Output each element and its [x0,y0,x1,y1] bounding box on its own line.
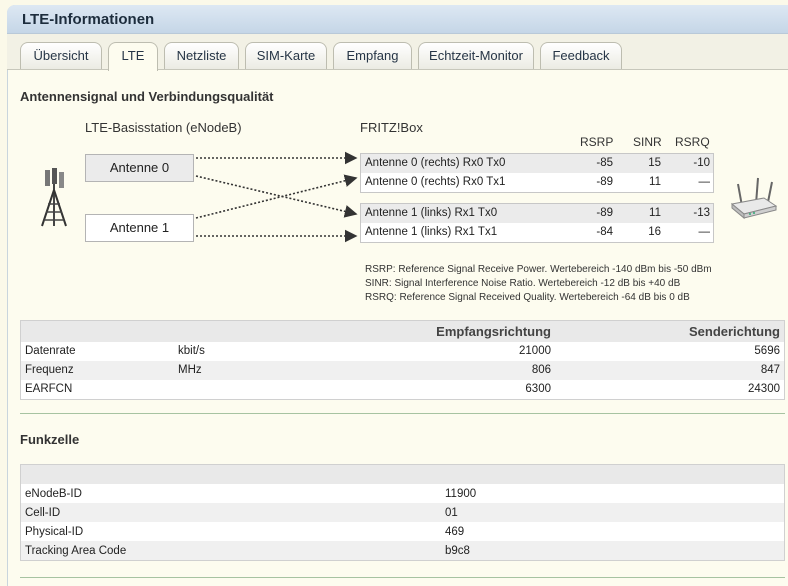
rsrp-value: -85 [596,157,613,169]
antenna-connections [195,151,358,243]
col-rsrq: RSRQ [675,135,710,149]
tab-netzliste[interactable]: Netzliste [164,42,239,69]
table-row: EARFCN 6300 24300 [20,379,785,400]
tab-feedback[interactable]: Feedback [540,42,622,69]
send-header: Senderichtung [688,323,780,339]
sinr-value: 11 [649,176,661,188]
base-antenna-0: Antenne 0 [85,154,194,182]
antenna-row: Antenne 1 (links) Rx1 Tx0 -89 11 -13 [361,204,713,223]
table-row: Physical-ID 469 [20,522,785,541]
antenna-group-1: Antenne 1 (links) Rx1 Tx0 -89 11 -13 Ant… [360,203,714,243]
rate-unit [174,380,362,400]
antenna-row: Antenne 1 (links) Rx1 Tx1 -84 16 — [361,223,713,242]
antenna-row-name: Antenne 0 (rechts) Rx0 Tx1 [365,176,506,188]
base-station-label: LTE-Basisstation (eNodeB) [85,120,242,135]
cell-value: 11900 [445,487,477,500]
rate-unit: kbit/s [178,345,205,357]
tab-echtzeit-monitor[interactable]: Echtzeit-Monitor [418,42,534,69]
rate-unit: MHz [178,364,202,376]
antenna-row: Antenne 0 (rechts) Rx0 Tx0 -85 15 -10 [361,154,713,173]
cell-label: Tracking Area Code [25,544,127,557]
rate-label: EARFCN [25,383,73,395]
rsrp-value: -89 [596,207,613,219]
col-sinr: SINR [633,135,662,149]
col-rsrp: RSRP [580,135,614,149]
rsrp-value: -84 [596,226,613,238]
cell-label: Cell-ID [25,506,61,519]
page-title: LTE-Informationen [22,11,155,28]
rate-receive: 21000 [519,345,551,357]
rates-header-row: Empfangsrichtung Senderichtung [20,320,785,342]
antenna-row-name: Antenne 1 (links) Rx1 Tx1 [365,226,498,238]
rsrq-value: — [698,176,711,188]
cell-value: b9c8 [445,544,470,557]
signal-heading: Antennensignal und Verbindungsqualität [20,89,274,104]
base-antenna-1: Antenne 1 [85,214,194,242]
rsrp-value: -89 [596,176,613,188]
cell-value: 01 [445,506,458,519]
rsrq-value: -10 [693,157,710,169]
antenna-row-name: Antenne 1 (links) Rx1 Tx0 [365,207,498,219]
rate-send: 847 [760,364,780,376]
cell-heading: Funkzelle [20,432,80,447]
cell-table: eNodeB-ID 11900 Cell-ID 01 Physical-ID 4… [20,464,785,561]
rate-label: Datenrate [25,345,76,357]
rsrq-value: -13 [693,207,710,219]
sinr-value: 16 [648,226,661,238]
legend-rsrq: RSRQ: Reference Signal Received Quality.… [365,292,690,303]
table-row: Datenrate kbit/s 21000 5696 [20,341,785,361]
antenna-row-name: Antenne 0 (rechts) Rx0 Tx0 [365,157,506,169]
fritzbox-label: FRITZ!Box [360,120,423,135]
tab-sim-karte[interactable]: SIM-Karte [245,42,327,69]
tab-empfang[interactable]: Empfang [333,42,412,69]
legend-sinr: SINR: Signal Interference Noise Ratio. W… [365,278,681,289]
rsrq-value: — [698,226,711,238]
receive-header: Empfangsrichtung [436,323,551,339]
table-row: Frequenz MHz 806 847 [20,360,785,380]
rate-receive: 806 [531,364,551,376]
router-icon [730,177,778,220]
antenna-group-0: Antenne 0 (rechts) Rx0 Tx0 -85 15 -10 An… [360,153,714,193]
tab-lte[interactable]: LTE [108,42,158,71]
rate-label: Frequenz [25,364,74,376]
antenna-row: Antenne 0 (rechts) Rx0 Tx1 -89 11 — [361,173,713,192]
section-divider [20,413,785,414]
sinr-value: 11 [649,207,661,219]
cell-value: 469 [445,525,465,538]
cell-header-row [20,464,785,484]
cell-label: Physical-ID [25,525,84,538]
tab-uebersicht[interactable]: Übersicht [20,42,102,69]
table-row: eNodeB-ID 11900 [20,484,785,503]
sinr-value: 15 [648,157,661,169]
cell-label: eNodeB-ID [25,487,82,500]
rates-table: Empfangsrichtung Senderichtung Datenrate… [20,320,785,400]
table-row: Tracking Area Code b9c8 [20,541,785,561]
table-row: Cell-ID 01 [20,503,785,522]
section-divider [20,577,785,578]
legend-rsrp: RSRP: Reference Signal Receive Power. We… [365,264,712,275]
rate-receive: 6300 [525,383,551,395]
cell-tower-icon [41,168,67,227]
rate-send: 5696 [754,345,780,357]
rate-send: 24300 [748,383,780,395]
